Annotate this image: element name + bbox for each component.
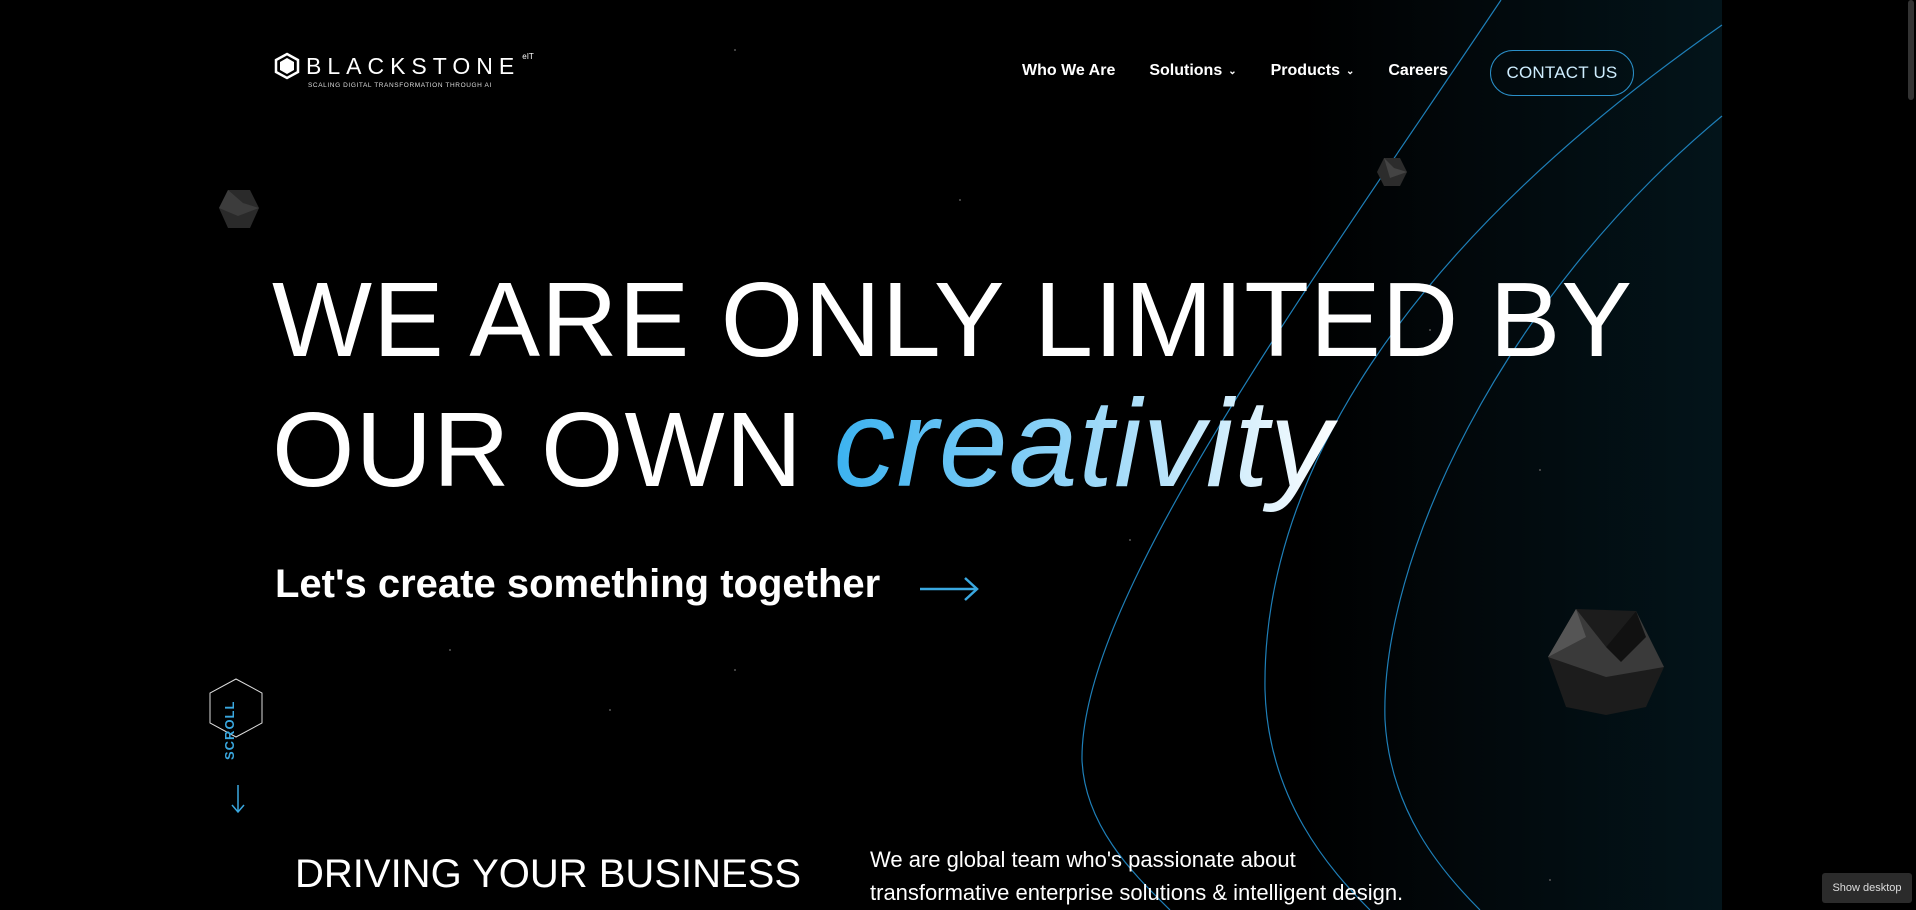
hexagon-logo-icon xyxy=(274,52,300,80)
chevron-down-icon: ⌄ xyxy=(1345,65,1355,77)
nav-solutions[interactable]: Solutions ⌄ xyxy=(1149,62,1236,80)
page: BLACKSTONE eIT SCALING DIGITAL TRANSFORM… xyxy=(0,0,1916,910)
nav-who-we-are[interactable]: Who We Are xyxy=(1022,62,1115,80)
scrollbar[interactable] xyxy=(1908,0,1914,100)
brand-tagline: SCALING DIGITAL TRANSFORMATION THROUGH A… xyxy=(308,82,492,89)
cta-label: Let's create something together xyxy=(275,562,881,606)
nav-careers[interactable]: Careers xyxy=(1388,62,1448,80)
nav-label: Careers xyxy=(1388,62,1448,79)
hero-highlight-word: creativity xyxy=(834,375,1343,513)
nav-label: Products xyxy=(1270,62,1340,79)
arrow-right-icon xyxy=(920,576,980,601)
brand-superscript: eIT xyxy=(522,51,534,61)
main-nav: Who We Are Solutions ⌄ Products ⌄ Careers xyxy=(1022,62,1482,80)
brand-logo[interactable]: BLACKSTONE eIT SCALING DIGITAL TRANSFORM… xyxy=(274,52,538,89)
section-paragraph: We are global team who's passionate abou… xyxy=(870,847,1404,905)
section-heading: DRIVING YOUR BUSINESS xyxy=(295,852,802,896)
hero-line-1: WE ARE ONLY LIMITED BY xyxy=(272,261,1634,379)
hero-line-2-prefix: OUR OWN xyxy=(272,391,834,509)
rock-decoration xyxy=(219,190,259,228)
nav-products[interactable]: Products ⌄ xyxy=(1271,62,1355,80)
hero-cta-link[interactable]: Let's create something together xyxy=(275,562,980,607)
rock-decoration xyxy=(1377,158,1407,186)
hero-headline: WE ARE ONLY LIMITED BY OUR OWN creativit… xyxy=(272,258,1633,512)
contact-us-button[interactable]: CONTACT US xyxy=(1490,50,1634,96)
scroll-label: SCROLL xyxy=(222,700,237,760)
nav-label: Solutions xyxy=(1149,62,1223,79)
show-desktop-tooltip[interactable]: Show desktop xyxy=(1822,873,1912,903)
brand-name: BLACKSTONE xyxy=(306,52,521,79)
rock-decoration xyxy=(1548,609,1664,715)
nav-label: Who We Are xyxy=(1022,62,1116,79)
chevron-down-icon: ⌄ xyxy=(1228,65,1237,77)
